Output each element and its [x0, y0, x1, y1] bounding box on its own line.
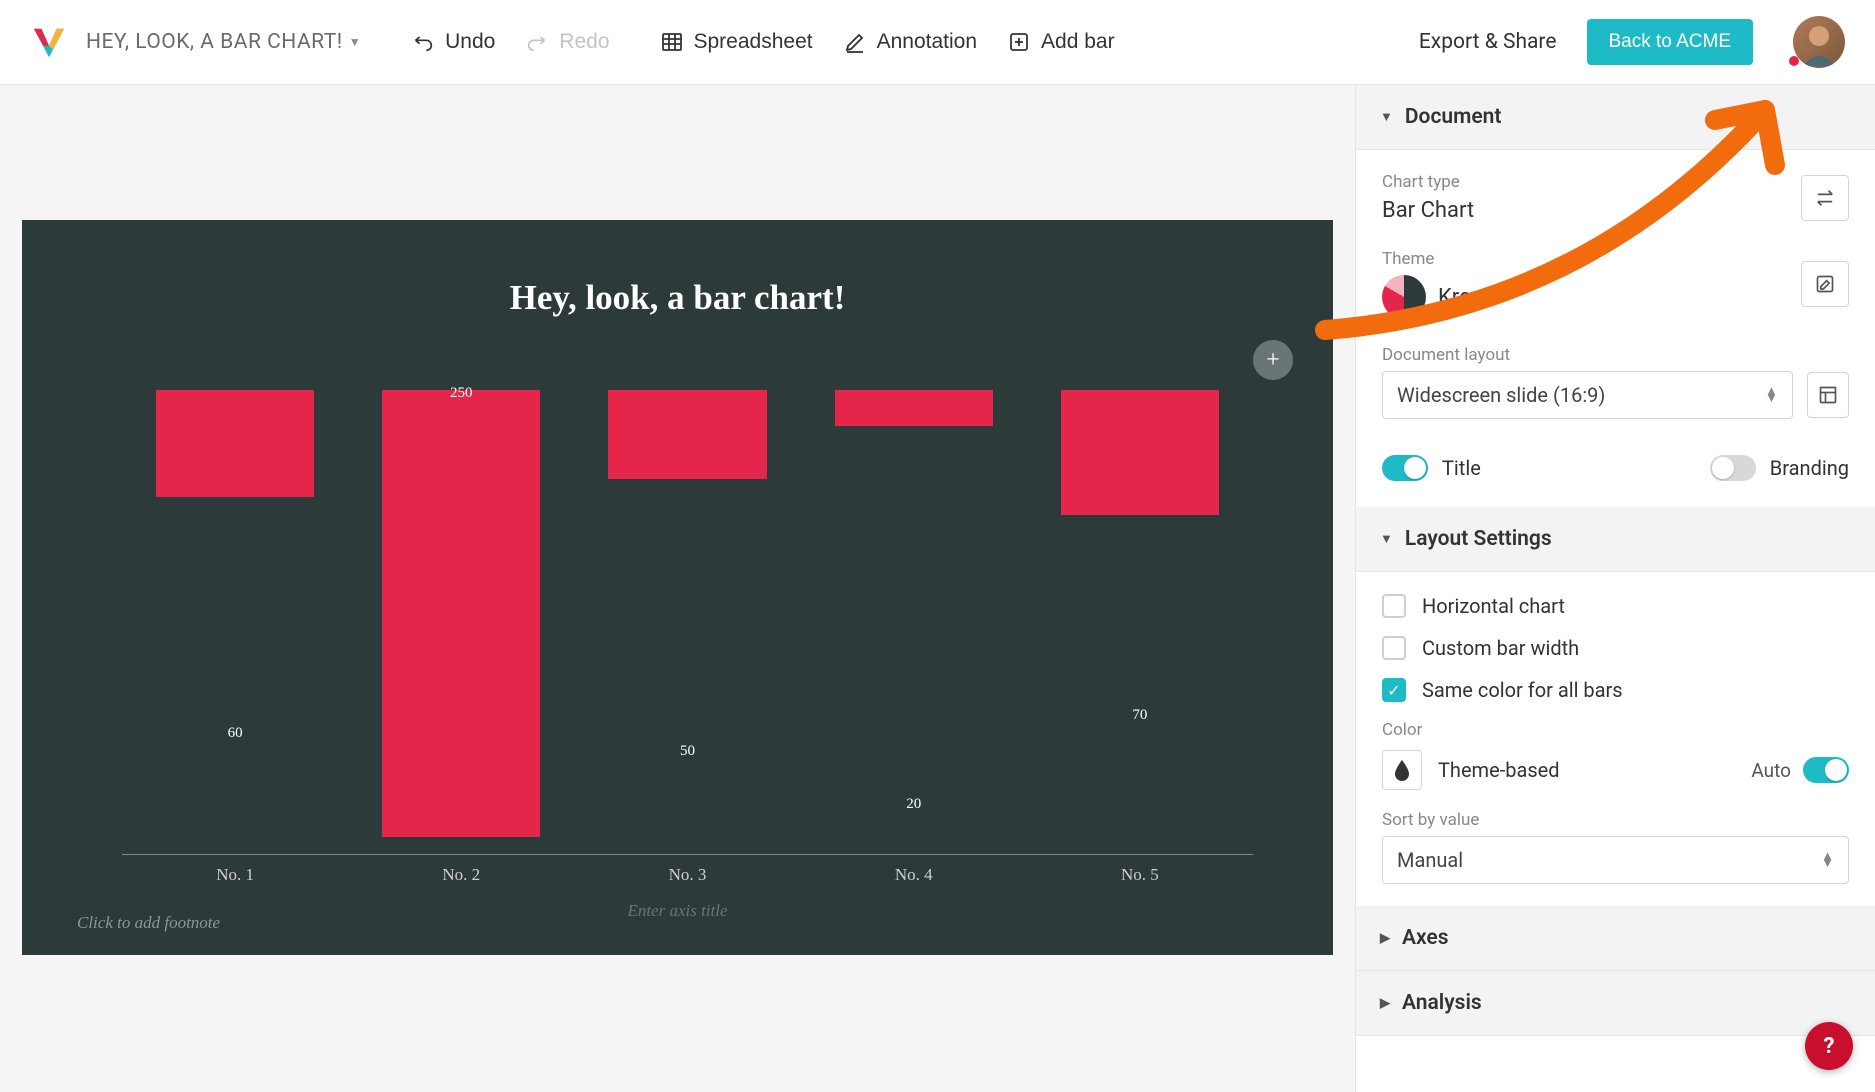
bar-value-label: 250 [348, 385, 574, 408]
help-button[interactable]: ? [1805, 1022, 1853, 1070]
panel-header-analysis[interactable]: ▶ Analysis [1356, 971, 1875, 1036]
spreadsheet-button[interactable]: Spreadsheet [660, 30, 813, 54]
footnote-placeholder[interactable]: Click to add footnote [77, 913, 220, 933]
auto-color-toggle[interactable] [1803, 757, 1849, 783]
panel-header-document[interactable]: ▼ Document [1356, 85, 1875, 150]
properties-sidebar: ▼ Document Chart type Bar Chart Theme Kr [1355, 85, 1875, 1092]
panel-header-axes[interactable]: ▶ Axes [1356, 906, 1875, 971]
bar-category-label: No. 2 [348, 865, 574, 885]
bar-value-label: 50 [574, 743, 800, 766]
bar-slot[interactable]: 60No. 1 [122, 390, 348, 855]
chart-type-value: Bar Chart [1382, 198, 1801, 223]
color-picker-button[interactable] [1382, 750, 1422, 790]
edit-theme-button[interactable] [1801, 261, 1849, 307]
spreadsheet-icon [660, 30, 684, 54]
swap-chart-type-button[interactable] [1801, 175, 1849, 221]
bar-slot[interactable]: 250No. 2 [348, 390, 574, 855]
add-icon [1007, 30, 1031, 54]
layout-label: Document layout [1382, 345, 1849, 365]
redo-icon [525, 30, 549, 54]
custom-bar-width-checkbox[interactable]: Custom bar width [1382, 636, 1849, 660]
bar-value-label: 70 [1027, 707, 1253, 730]
bar-slot[interactable]: 20No. 4 [801, 390, 1027, 855]
add-bar-button[interactable]: Add bar [1007, 30, 1115, 54]
color-value: Theme-based [1438, 758, 1560, 782]
sort-label: Sort by value [1382, 810, 1849, 830]
chart-type-label: Chart type [1382, 172, 1801, 192]
bar-slot[interactable]: 70No. 5 [1027, 390, 1253, 855]
layout-options-button[interactable] [1807, 372, 1849, 418]
panel-header-layout-settings[interactable]: ▼ Layout Settings [1356, 507, 1875, 572]
bar-rect[interactable] [382, 390, 540, 837]
add-element-button[interactable]: + [1253, 340, 1293, 380]
undo-button[interactable]: Undo [411, 30, 495, 54]
caret-down-icon: ▼ [349, 35, 361, 49]
document-title-text: HEY, LOOK, A BAR CHART! [86, 30, 343, 54]
bar-rect[interactable] [156, 390, 314, 497]
bar-category-label: No. 3 [574, 865, 800, 885]
chevron-down-icon: ▼ [1380, 109, 1393, 125]
chart-slide[interactable]: Hey, look, a bar chart! + 60No. 1250No. … [22, 220, 1333, 955]
chevron-down-icon: ▼ [1380, 531, 1393, 547]
chart-plot-area: 60No. 1250No. 250No. 320No. 470No. 5 [122, 390, 1253, 855]
top-toolbar: HEY, LOOK, A BAR CHART! ▼ Undo Redo Spre… [0, 0, 1875, 85]
chevron-right-icon: ▶ [1380, 996, 1390, 1011]
canvas-area: Hey, look, a bar chart! + 60No. 1250No. … [0, 85, 1355, 1092]
back-to-acme-button[interactable]: Back to ACME [1587, 19, 1754, 65]
undo-icon [411, 30, 435, 54]
user-avatar[interactable] [1793, 16, 1845, 68]
theme-label: Theme [1382, 249, 1801, 269]
bar-rect[interactable] [608, 390, 766, 479]
branding-toggle[interactable] [1710, 455, 1756, 481]
bar-slot[interactable]: 50No. 3 [574, 390, 800, 855]
chevron-right-icon: ▶ [1380, 931, 1390, 946]
bar-category-label: No. 1 [122, 865, 348, 885]
annotation-icon [843, 30, 867, 54]
select-caret-icon: ▲▼ [1821, 853, 1834, 867]
bar-rect[interactable] [1061, 390, 1219, 515]
color-label: Color [1382, 720, 1849, 740]
horizontal-chart-checkbox[interactable]: Horizontal chart [1382, 594, 1849, 618]
bar-category-label: No. 5 [1027, 865, 1253, 885]
same-color-checkbox[interactable]: ✓ Same color for all bars [1382, 678, 1849, 702]
chart-baseline [122, 854, 1253, 855]
chart-title[interactable]: Hey, look, a bar chart! [22, 220, 1333, 318]
bar-rect[interactable] [835, 390, 993, 426]
theme-swatch-icon [1382, 275, 1426, 319]
document-title-dropdown[interactable]: HEY, LOOK, A BAR CHART! ▼ [86, 30, 361, 54]
redo-button: Redo [525, 30, 609, 54]
select-caret-icon: ▲▼ [1765, 388, 1778, 402]
app-logo[interactable] [30, 23, 68, 61]
bar-value-label: 60 [122, 725, 348, 748]
document-layout-select[interactable]: Widescreen slide (16:9) ▲▼ [1382, 371, 1793, 419]
bar-value-label: 20 [801, 796, 1027, 819]
theme-value: Kreon [1438, 285, 1495, 310]
title-toggle[interactable] [1382, 455, 1428, 481]
notification-dot [1789, 56, 1799, 66]
export-share-link[interactable]: Export & Share [1419, 30, 1557, 54]
bar-category-label: No. 4 [801, 865, 1027, 885]
annotation-button[interactable]: Annotation [843, 30, 977, 54]
sort-by-value-select[interactable]: Manual ▲▼ [1382, 836, 1849, 884]
